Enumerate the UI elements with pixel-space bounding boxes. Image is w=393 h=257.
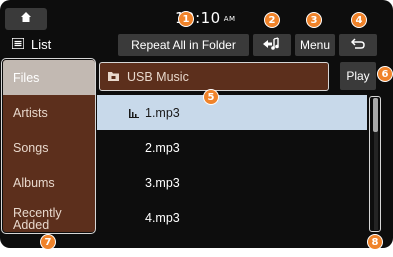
file-name: 4.mp3 (145, 210, 180, 225)
sidebar-item-recently-added[interactable]: Recently Added (3, 200, 95, 235)
sidebar-item-label: Songs (13, 140, 49, 155)
sidebar-item-files[interactable]: Files (3, 60, 95, 95)
media-screen: 12:10 AM List Repeat All in Folder Menu … (0, 0, 393, 248)
callout-badge-5: 5 (203, 89, 219, 105)
sidebar-item-artists[interactable]: Artists (3, 95, 95, 130)
list-item[interactable]: 4.mp3 (97, 200, 367, 235)
return-button[interactable] (339, 34, 377, 56)
callout-badge-2: 2 (264, 12, 280, 28)
callout-badge-6: 6 (377, 66, 393, 82)
folder-icon (108, 70, 119, 84)
repeat-all-in-folder-button[interactable]: Repeat All in Folder (118, 34, 249, 56)
return-icon (350, 37, 365, 53)
menu-button[interactable]: Menu (295, 34, 335, 56)
callout-badge-1: 1 (178, 11, 194, 27)
file-list: 1.mp3 2.mp3 3.mp3 4.mp3 (97, 95, 367, 235)
clock-ampm: AM (223, 14, 236, 23)
now-playing-icon (129, 107, 139, 121)
list-label: List (31, 37, 52, 52)
sidebar-item-label: Albums (13, 175, 55, 190)
callout-badge-3: 3 (306, 12, 322, 28)
file-name: 3.mp3 (145, 175, 180, 190)
back-to-list-icon (262, 36, 282, 54)
file-name: 2.mp3 (145, 140, 180, 155)
home-icon (20, 10, 32, 28)
play-label: Play (346, 69, 370, 83)
play-button[interactable]: Play (340, 62, 376, 90)
list-item[interactable]: 2.mp3 (97, 130, 367, 165)
sidebar-item-label: Recently Added (13, 205, 62, 232)
scrollbar-highlight-outline (369, 96, 381, 232)
list-title: List (11, 37, 52, 52)
list-item[interactable]: 3.mp3 (97, 165, 367, 200)
callout-badge-7: 7 (40, 234, 56, 250)
callout-badge-8: 8 (367, 234, 383, 250)
list-item[interactable]: 1.mp3 (97, 95, 367, 130)
sidebar-item-label: Files (13, 70, 40, 85)
list-icon (11, 37, 25, 52)
repeat-label: Repeat All in Folder (131, 38, 236, 52)
folder-path-bar[interactable]: USB Music (99, 62, 329, 91)
folder-name: USB Music (127, 69, 189, 84)
home-button[interactable] (5, 8, 47, 30)
callout-badge-4: 4 (351, 12, 367, 28)
file-name: 1.mp3 (145, 105, 180, 120)
back-to-list-button[interactable] (253, 34, 291, 56)
sidebar-item-label: Artists (13, 105, 48, 120)
menu-label: Menu (299, 38, 331, 52)
sidebar-item-albums[interactable]: Albums (3, 165, 95, 200)
category-sidebar: Files Artists Songs Albums Recently Adde… (3, 60, 95, 232)
sidebar-item-songs[interactable]: Songs (3, 130, 95, 165)
